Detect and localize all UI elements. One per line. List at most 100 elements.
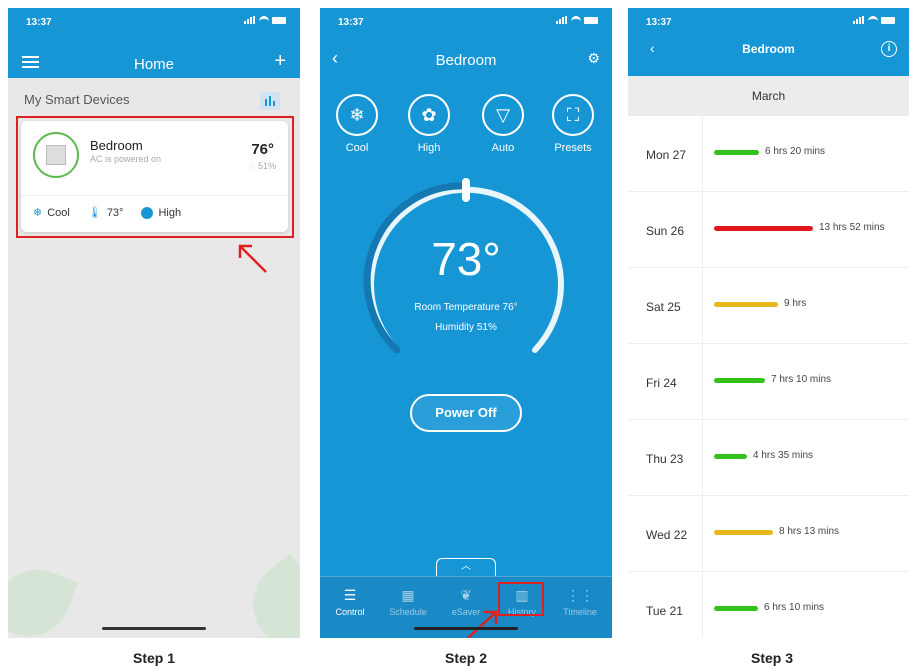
wifi-icon — [868, 16, 878, 24]
home-indicator — [102, 627, 206, 630]
history-row[interactable]: Sun 26 13 hrs 52 mins — [628, 192, 909, 268]
day-label: Fri 24 — [646, 376, 677, 390]
history-list: Mon 27 6 hrs 20 mins Sun 26 13 hrs 52 mins S… — [628, 116, 909, 638]
row-separator — [702, 496, 703, 571]
highlight-box — [16, 116, 294, 238]
step-label-3: Step 3 — [750, 650, 793, 666]
day-label: Wed 22 — [646, 528, 688, 542]
duration-label: 6 hrs 20 mins — [765, 146, 826, 157]
row-separator — [702, 192, 703, 267]
tab-schedule[interactable]: ▦ Schedule — [378, 587, 438, 617]
month-header: March — [628, 76, 909, 116]
room-temperature: Room Temperature 76° — [414, 302, 518, 313]
chevron-up-icon[interactable]: ︿ — [436, 558, 496, 576]
battery-icon — [272, 16, 286, 24]
usage-bar — [714, 302, 778, 307]
history-screen: 13:37 ‹ Bedroom i March Mon 27 6 hrs 20 m… — [628, 8, 909, 638]
power-off-button[interactable]: Power Off — [410, 394, 522, 432]
day-label: Sun 26 — [646, 224, 685, 238]
calendar-icon: ▦ — [401, 587, 415, 603]
tab-timeline[interactable]: ⋮⋮ Timeline — [550, 587, 610, 617]
history-row[interactable]: Thu 23 4 hrs 35 mins — [628, 420, 909, 496]
fan-icon: ✿ — [408, 94, 450, 136]
battery-icon — [881, 16, 895, 24]
page-title: Bedroom — [435, 52, 497, 69]
section-title: My Smart Devices — [24, 92, 130, 107]
duration-label: 6 hrs 10 mins — [764, 602, 825, 613]
tab-label: Timeline — [563, 607, 597, 617]
page-title: Home — [133, 56, 174, 73]
tab-label: Schedule — [389, 607, 427, 617]
duration-label: 8 hrs 13 mins — [779, 526, 840, 537]
tab-control[interactable]: ☰ Control — [320, 587, 380, 617]
row-separator — [702, 344, 703, 419]
duration-label: 7 hrs 10 mins — [771, 374, 832, 385]
usage-bar — [714, 454, 747, 459]
mode-label: Auto — [491, 142, 515, 154]
step-label-1: Step 1 — [132, 650, 175, 666]
signal-icon — [853, 16, 865, 24]
history-row[interactable]: Sat 25 9 hrs — [628, 268, 909, 344]
usage-bar — [714, 226, 813, 231]
status-bar: 13:37 — [320, 8, 612, 34]
status-bar: 13:37 — [8, 8, 300, 34]
presets-icon: ⛶ — [552, 94, 594, 136]
home-indicator — [414, 627, 518, 630]
mode-label: Presets — [554, 142, 592, 154]
bar-chart-icon[interactable] — [260, 92, 280, 110]
step-label-2: Step 2 — [444, 650, 487, 666]
dial-handle[interactable] — [462, 178, 470, 202]
leaf-decoration — [8, 558, 78, 638]
status-time: 13:37 — [26, 17, 52, 28]
snowflake-icon: ❄ — [336, 94, 378, 136]
mode-fan-button[interactable]: ✿ High — [406, 94, 452, 154]
humidity-reading: Humidity 51% — [435, 322, 497, 333]
highlight-box — [498, 582, 544, 616]
status-bar: 13:37 — [628, 8, 909, 34]
day-label: Mon 27 — [646, 148, 687, 162]
add-device-button[interactable]: + — [274, 50, 286, 73]
row-separator — [702, 116, 703, 191]
sliders-icon: ☰ — [343, 587, 357, 603]
annotation-arrow-icon — [238, 244, 267, 273]
history-row[interactable]: Wed 22 8 hrs 13 mins — [628, 496, 909, 572]
status-time: 13:37 — [338, 17, 364, 28]
timeline-icon: ⋮⋮ — [566, 587, 594, 603]
battery-icon — [584, 16, 598, 24]
row-separator — [702, 420, 703, 495]
usage-bar — [714, 530, 773, 535]
day-label: Tue 21 — [646, 604, 683, 618]
control-screen: 13:37 ‹ Bedroom ⚙ ❄ Cool ✿ High ▽ Auto ⛶… — [320, 8, 612, 638]
info-icon[interactable]: i — [881, 41, 897, 57]
history-row[interactable]: Tue 21 6 hrs 10 mins — [628, 572, 909, 638]
day-label: Sat 25 — [646, 300, 681, 314]
row-separator — [702, 572, 703, 638]
usage-bar — [714, 606, 758, 611]
history-row[interactable]: Fri 24 7 hrs 10 mins — [628, 344, 909, 420]
day-label: Thu 23 — [646, 452, 684, 466]
leaf-decoration — [235, 553, 300, 638]
tab-label: Control — [335, 607, 365, 617]
mode-label: Cool — [345, 142, 369, 154]
signal-icon — [244, 16, 256, 24]
duration-label: 13 hrs 52 mins — [819, 222, 885, 233]
wifi-icon — [259, 16, 269, 24]
signal-icon — [556, 16, 568, 24]
gear-icon[interactable]: ⚙ — [587, 50, 600, 67]
status-time: 13:37 — [646, 17, 672, 28]
usage-bar — [714, 150, 759, 155]
wifi-icon — [571, 16, 581, 24]
row-separator — [702, 268, 703, 343]
duration-label: 9 hrs — [784, 298, 807, 309]
usage-bar — [714, 378, 765, 383]
auto-icon: ▽ — [482, 94, 524, 136]
mode-presets-button[interactable]: ⛶ Presets — [550, 94, 596, 154]
mode-auto-button[interactable]: ▽ Auto — [480, 94, 526, 154]
mode-cool-button[interactable]: ❄ Cool — [334, 94, 380, 154]
leaf-icon: ❦ — [460, 587, 472, 603]
setpoint-display: 73° — [431, 233, 501, 285]
home-screen: 13:37 Home + My Smart Devices Bedroom AC… — [8, 8, 300, 638]
page-title: Bedroom — [742, 42, 795, 56]
annotation-arrow-icon — [467, 610, 498, 638]
history-row[interactable]: Mon 27 6 hrs 20 mins — [628, 116, 909, 192]
